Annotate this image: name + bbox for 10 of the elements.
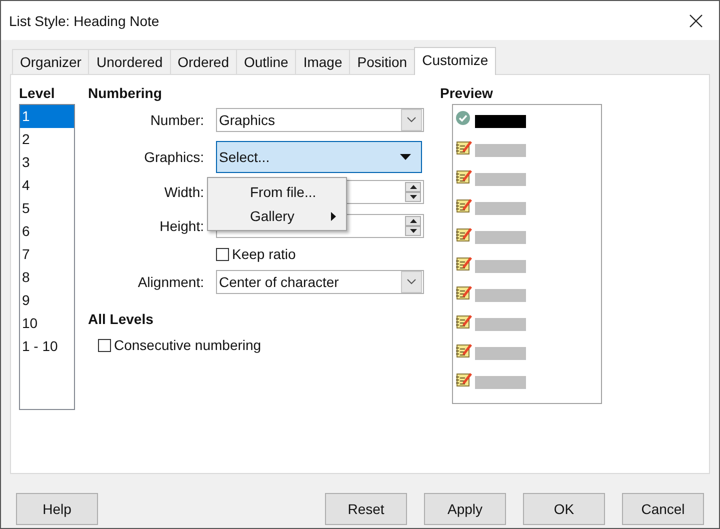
field-label: Graphics:	[143, 148, 205, 164]
field-label: Alignment:	[136, 274, 205, 290]
window-title: List Style: Heading Note	[9, 12, 160, 28]
level-heading: Level	[19, 85, 56, 103]
preview-heading: Preview	[440, 85, 494, 103]
all-levels-heading: All Levels	[88, 311, 154, 329]
field-label: Height:	[158, 218, 205, 234]
field-label: Number:	[149, 112, 205, 128]
field-label: Width:	[163, 184, 205, 200]
numbering-heading: Numbering	[88, 85, 163, 103]
